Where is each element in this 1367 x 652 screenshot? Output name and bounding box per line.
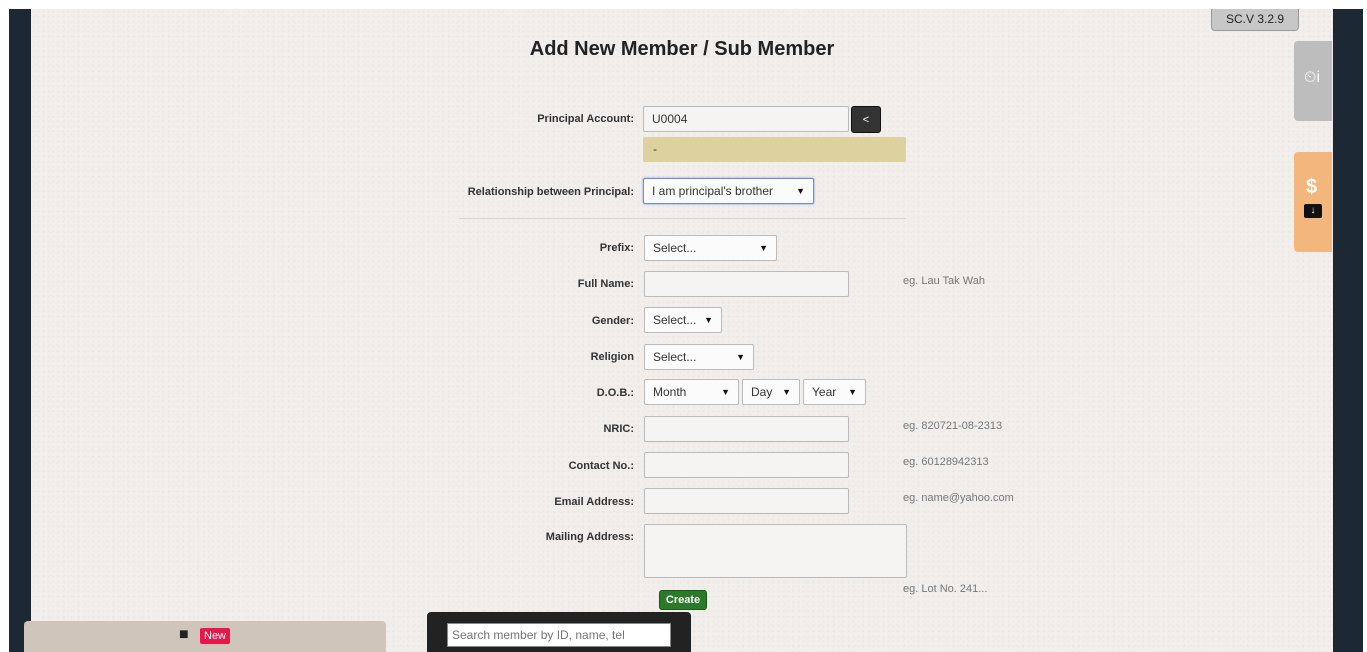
create-button[interactable]: Create [659,590,707,610]
chevron-down-icon: ▼ [704,315,713,325]
chevron-down-icon: ▼ [796,186,805,196]
chevron-down-icon: ▼ [848,387,857,397]
full-name-label: Full Name: [577,278,634,290]
mailing-address-textarea[interactable] [644,524,907,578]
contact-hint: eg. 60128942313 [903,456,989,468]
relationship-selected-value: I am principal's brother [652,184,774,198]
download-icon: ↓ [1304,204,1322,218]
principal-info-notice: - [643,137,906,162]
new-member-bar[interactable]: ■ New [24,621,386,652]
dob-day-value: Day [751,385,773,399]
full-name-input[interactable] [644,271,849,297]
relationship-select[interactable]: I am principal's brother ▼ [643,178,814,204]
dollar-icon: $ [1306,176,1318,198]
chevron-down-icon: ▼ [721,387,730,397]
gender-selected-value: Select... [653,313,697,327]
principal-account-input[interactable]: U0004 [643,106,849,132]
gender-select[interactable]: Select... ▼ [644,307,722,333]
version-badge: SC.V 3.2.9 [1211,9,1299,31]
page-title: Add New Member / Sub Member [529,38,835,60]
chevron-down-icon: ▼ [782,387,791,397]
contact-label: Contact No.: [568,460,634,472]
section-divider [459,218,906,219]
chevron-down-icon: ▼ [759,243,768,253]
right-edge [1363,0,1367,652]
dob-month-select[interactable]: Month ▼ [644,379,739,405]
clock-info-icon: ⏲i [1304,69,1321,86]
religion-select[interactable]: Select... ▼ [644,344,754,370]
email-input[interactable] [644,488,849,514]
dob-month-value: Month [653,385,687,399]
user-icon: ■ [179,626,189,643]
dob-year-select[interactable]: Year ▼ [803,379,866,405]
right-panel-background [1333,9,1367,652]
principal-account-label: Principal Account: [537,113,634,125]
main-content: SC.V 3.2.9 Add New Member / Sub Member P… [31,9,1333,652]
back-button[interactable]: < [851,106,881,133]
member-search-bar [427,612,691,652]
contact-input[interactable] [644,452,849,478]
chevron-down-icon: ▼ [736,352,745,362]
religion-label: Religion [590,351,634,363]
dob-label: D.O.B.: [596,387,634,399]
dob-year-value: Year [812,385,837,399]
history-tab[interactable]: ⏲i [1294,41,1332,121]
prefix-select[interactable]: Select... ▼ [644,235,777,261]
gender-label: Gender: [591,315,634,327]
dob-day-select[interactable]: Day ▼ [742,379,800,405]
mailing-address-label: Mailing Address: [545,531,634,543]
religion-selected-value: Select... [653,350,697,364]
email-hint: eg. name@yahoo.com [903,492,1014,504]
prefix-label: Prefix: [599,242,634,254]
member-search-input[interactable] [447,623,671,647]
nric-label: NRIC: [603,423,634,435]
nric-input[interactable] [644,416,849,442]
new-badge: New [200,628,231,644]
mailing-address-hint: eg. Lot No. 241... [903,583,988,595]
cash-tab[interactable]: $ ↓ [1294,152,1332,252]
nric-hint: eg. 820721-08-2313 [903,420,1003,432]
full-name-hint: eg. Lau Tak Wah [903,275,985,287]
relationship-label: Relationship between Principal: [467,186,634,198]
prefix-selected-value: Select... [653,241,697,255]
email-label: Email Address: [554,496,634,508]
